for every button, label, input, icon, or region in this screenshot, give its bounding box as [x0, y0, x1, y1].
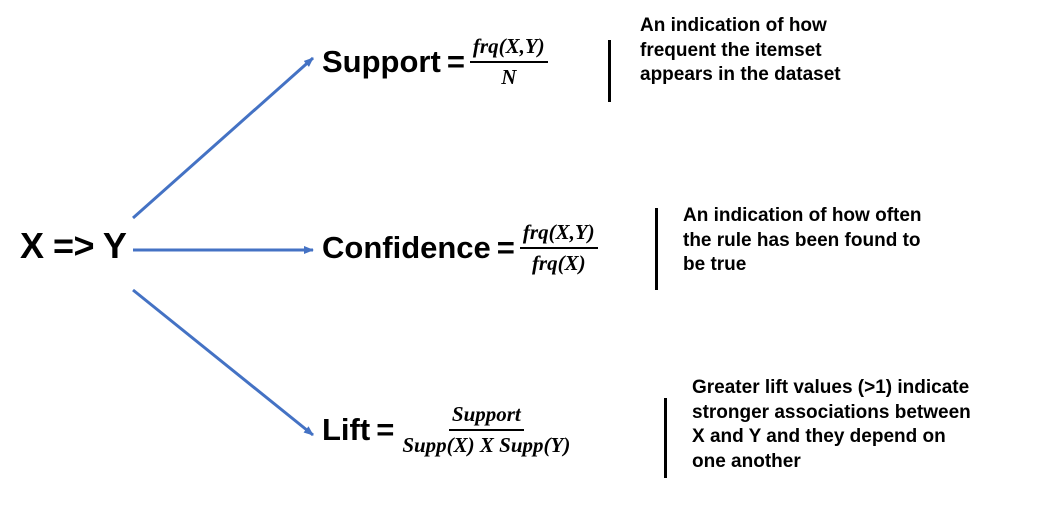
confidence-numerator: frq(X,Y)	[519, 220, 598, 250]
equals-sign: =	[376, 412, 395, 448]
support-label: Support	[322, 44, 441, 80]
lift-label: Lift	[322, 412, 371, 448]
confidence-fraction: frq(X,Y) frq(X)	[519, 220, 598, 276]
confidence-label: Confidence	[322, 230, 491, 266]
rule-label: X => Y	[20, 225, 127, 266]
arrow-to-support	[132, 56, 314, 220]
lift-denominator: Supp(X) X Supp(Y)	[402, 433, 571, 458]
confidence-formula: Confidence = frq(X,Y) frq(X)	[322, 220, 598, 276]
lift-divider	[664, 398, 667, 478]
confidence-divider	[655, 208, 658, 290]
confidence-description: An indication of how often the rule has …	[683, 205, 922, 276]
support-fraction: frq(X,Y) N	[469, 34, 548, 90]
support-formula: Support = frq(X,Y) N	[322, 34, 548, 90]
lift-numerator: Support	[448, 402, 524, 432]
confidence-denominator: frq(X)	[531, 251, 586, 276]
equals-sign: =	[496, 230, 515, 266]
support-divider	[608, 40, 611, 102]
arrow-to-lift	[132, 288, 314, 437]
lift-formula: Lift = Support Supp(X) X Supp(Y)	[322, 402, 573, 458]
support-numerator: frq(X,Y)	[469, 34, 548, 64]
lift-fraction: Support Supp(X) X Supp(Y)	[399, 402, 573, 458]
lift-description: Greater lift values (>1) indicate strong…	[692, 377, 971, 473]
support-description: An indication of how frequent the itemse…	[640, 15, 841, 86]
support-denominator: N	[501, 65, 517, 90]
equals-sign: =	[446, 44, 465, 80]
